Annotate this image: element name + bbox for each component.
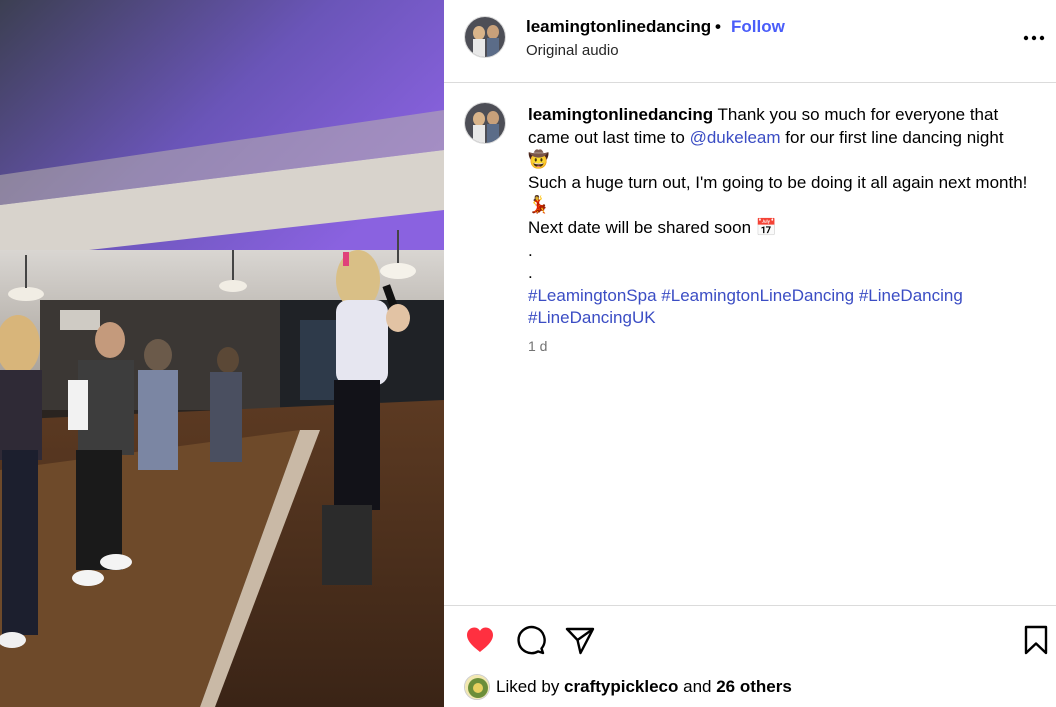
likes-others[interactable]: 26 others: [716, 677, 792, 697]
dancer-emoji: 💃: [528, 195, 550, 215]
more-options-icon[interactable]: [1022, 28, 1046, 48]
hashtag-link[interactable]: #LineDancingUK: [528, 308, 656, 327]
caption-text-part: Next date will be shared soon: [528, 217, 756, 237]
hashtag-link[interactable]: #LeamingtonLineDancing: [661, 286, 854, 305]
mention-link[interactable]: @dukeleam: [690, 128, 781, 147]
caption-username[interactable]: leamingtonlinedancing: [528, 105, 713, 124]
cowboy-emoji: 🤠: [528, 150, 550, 170]
comment-icon[interactable]: [514, 624, 546, 656]
likes-prefix: Liked by: [496, 677, 565, 696]
post-header: leamingtonlinedancing • Follow Original …: [444, 0, 1056, 83]
hashtag-link[interactable]: #LeamingtonSpa: [528, 286, 657, 305]
action-bar: Liked by craftypickleco and 26 others: [444, 605, 1056, 707]
post-timestamp[interactable]: 1 d: [528, 338, 547, 354]
liker-username[interactable]: craftypickleco: [564, 677, 678, 697]
caption-text-part: for our first line dancing night: [780, 127, 1004, 147]
separator-dot: •: [715, 17, 721, 36]
caption-avatar[interactable]: [464, 102, 506, 144]
post-media[interactable]: [0, 0, 444, 707]
post-photo: [0, 0, 444, 707]
likes-middle: and: [678, 677, 717, 696]
follow-button[interactable]: Follow: [731, 17, 785, 37]
audio-label[interactable]: Original audio: [526, 42, 619, 59]
caption-text: leamingtonlinedancing Thank you so much …: [528, 104, 1038, 330]
bookmark-icon[interactable]: [1020, 624, 1052, 656]
liker-avatar[interactable]: [464, 674, 490, 700]
caption-dot: .: [528, 263, 533, 283]
post-details-panel: leamingtonlinedancing • Follow Original …: [444, 0, 1056, 707]
hashtag-link[interactable]: #LineDancing: [859, 286, 963, 305]
likes-summary: Liked by craftypickleco and 26 others: [464, 674, 792, 700]
caption-dot: .: [528, 240, 533, 260]
share-icon[interactable]: [564, 624, 596, 656]
heart-icon[interactable]: [464, 624, 496, 656]
caption-text-part: Such a huge turn out, I'm going to be do…: [528, 172, 1028, 192]
author-avatar[interactable]: [464, 16, 506, 58]
author-username[interactable]: leamingtonlinedancing: [526, 17, 711, 37]
calendar-emoji: 📅: [755, 217, 777, 237]
